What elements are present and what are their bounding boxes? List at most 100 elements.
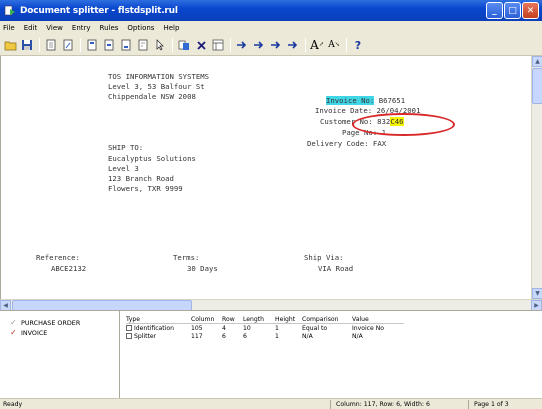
properties-icon[interactable] (211, 38, 225, 52)
ship-to-line-4: Flowers, TXR 9999 (108, 184, 183, 193)
tree-item-invoice[interactable]: ✓ INVOICE (10, 328, 47, 337)
rule-icon (126, 325, 132, 331)
check-icon: ✓ (10, 328, 17, 337)
company-line-3: Chippendale NSW 2008 (108, 92, 196, 101)
menu-file[interactable]: File (2, 24, 16, 32)
font-larger-icon[interactable]: A ↗ (310, 38, 324, 52)
company-line-1: TOS INFORMATION SYSTEMS (108, 72, 210, 81)
reference-label: Reference: (36, 253, 80, 262)
horizontal-scrollbar[interactable]: ◀ ▶ (0, 299, 542, 311)
header-height[interactable]: Height (275, 316, 302, 323)
menu-view[interactable]: View (45, 24, 64, 32)
table-row[interactable]: Splitter 117 6 6 1 N/A N/A (126, 332, 404, 340)
prev-arrow-icon[interactable] (252, 38, 266, 52)
scroll-down-icon[interactable]: ▼ (532, 288, 542, 299)
vertical-scrollbar[interactable]: ▲ ▼ (531, 56, 542, 299)
status-position: Column: 117, Row: 6, Width: 6 (336, 401, 430, 408)
cell-column: 117 (191, 332, 203, 340)
status-divider (330, 400, 331, 409)
menu-edit[interactable]: Edit (23, 24, 39, 32)
ship-via-value: VIA Road (318, 264, 354, 273)
toolbar-separator (305, 38, 306, 52)
rule-grid-panel: Type Column Row Length Height Comparison… (120, 311, 542, 399)
toolbar-separator (172, 38, 173, 52)
next-arrow-icon[interactable] (269, 38, 283, 52)
header-comparison[interactable]: Comparison (302, 316, 352, 323)
last-arrow-icon[interactable] (286, 38, 300, 52)
cell-value: Invoice No (352, 324, 385, 332)
rule-icon (126, 333, 132, 339)
open-icon[interactable] (3, 38, 17, 52)
page-c-icon[interactable] (119, 38, 133, 52)
ship-to-label: SHIP TO: (108, 143, 144, 152)
header-type[interactable]: Type (126, 316, 191, 323)
invoice-no-label: Invoice No: (326, 96, 375, 105)
terms-value: 30 Days (187, 264, 218, 273)
delivery-label: Delivery Code: (307, 139, 369, 148)
delivery-value: FAX (372, 139, 387, 148)
header-value[interactable]: Value (352, 316, 404, 323)
scroll-up-icon[interactable]: ▲ (532, 56, 542, 67)
cell-height: 1 (275, 332, 279, 340)
cursor-icon[interactable] (153, 38, 167, 52)
toolbar: A ↗ A ↘ ? (0, 35, 542, 56)
page-icon[interactable] (44, 38, 58, 52)
toolbar-separator (346, 38, 347, 52)
header-column[interactable]: Column (191, 316, 222, 323)
terms-label: Terms: (173, 253, 200, 262)
menu-entry[interactable]: Entry (71, 24, 92, 32)
cell-length: 10 (243, 324, 251, 332)
menu-rules[interactable]: Rules (99, 24, 120, 32)
table-row[interactable]: Identification 105 4 10 1 Equal to Invoi… (126, 324, 404, 332)
cell-row: 6 (222, 332, 226, 340)
page-a-icon[interactable] (85, 38, 99, 52)
minimize-button[interactable]: _ (486, 2, 503, 19)
status-page: Page 1 of 3 (474, 401, 509, 408)
delete-icon[interactable] (194, 38, 208, 52)
tree-item-label: INVOICE (21, 328, 48, 337)
menu-help[interactable]: Help (162, 24, 180, 32)
window-title: Document splitter - flstdsplit.rul (20, 5, 178, 16)
toolbar-separator (39, 38, 40, 52)
toolbar-separator (230, 38, 231, 52)
close-button[interactable]: ✕ (522, 2, 539, 19)
cell-length: 6 (243, 332, 247, 340)
delivery-row: Delivery Code: FAX (307, 139, 386, 149)
rule-grid: Type Column Row Length Height Comparison… (126, 315, 404, 340)
app-icon (4, 5, 15, 15)
header-row[interactable]: Row (222, 316, 243, 323)
split-icon[interactable] (177, 38, 191, 52)
first-arrow-icon[interactable] (235, 38, 249, 52)
font-smaller-icon[interactable]: A ↘ (327, 38, 341, 52)
maximize-button[interactable]: □ (504, 2, 521, 19)
status-divider (468, 400, 469, 409)
cell-height: 1 (275, 324, 279, 332)
invoice-no-suffix: 1 (400, 96, 406, 105)
help-icon[interactable]: ? (351, 38, 365, 52)
cell-comparison: N/A (302, 332, 313, 340)
document-type-tree: ✓ PURCHASE ORDER ✓ INVOICE (0, 311, 120, 399)
cell-value: N/A (352, 332, 363, 340)
selection-circle (352, 113, 455, 136)
vertical-scroll-thumb[interactable] (532, 68, 542, 104)
header-length[interactable]: Length (243, 316, 275, 323)
ship-to-line-3: 123 Branch Road (108, 174, 174, 183)
tree-item-label: PURCHASE ORDER (21, 318, 81, 327)
rules-pane: ✓ PURCHASE ORDER ✓ INVOICE Type Column R… (0, 310, 542, 399)
tree-item-purchase-order[interactable]: ✓ PURCHASE ORDER (10, 318, 80, 327)
save-icon[interactable] (20, 38, 34, 52)
check-icon: ✓ (10, 318, 17, 327)
edit-page-icon[interactable] (61, 38, 75, 52)
invoice-date-label: Invoice Date: (315, 106, 373, 115)
document-view[interactable]: TOS INFORMATION SYSTEMS Level 3, 53 Balf… (0, 56, 531, 299)
cell-comparison: Equal to (302, 324, 328, 332)
invoice-no-row: Invoice No: B67651 (326, 96, 405, 106)
menu-bar: File Edit View Entry Rules Options Help (0, 21, 542, 35)
ship-via-label: Ship Via: (304, 253, 344, 262)
menu-options[interactable]: Options (126, 24, 155, 32)
page-d-icon[interactable] (136, 38, 150, 52)
cell-type: Identification (134, 324, 174, 332)
cell-type: Splitter (134, 332, 157, 340)
cell-row: 4 (222, 324, 226, 332)
page-b-icon[interactable] (102, 38, 116, 52)
